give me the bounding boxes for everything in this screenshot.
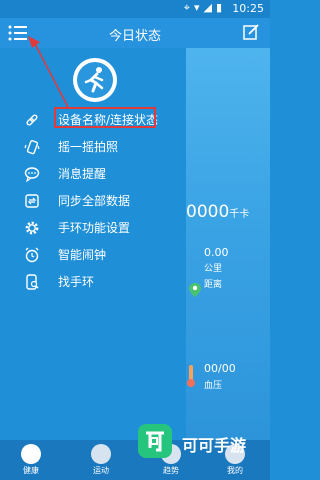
tab-label: 运动 (93, 466, 109, 475)
menu-item-label: 找手环 (58, 275, 95, 289)
alarm-clock-icon (25, 247, 39, 263)
link-icon (26, 114, 38, 126)
main-content-background (186, 48, 270, 440)
calories-unit: 千卡 (229, 209, 250, 220)
calories-display: 0000千卡 (186, 202, 249, 222)
blood-pressure-label: 血压 (204, 381, 223, 391)
thermometer-icon (187, 365, 195, 387)
running-person-icon (77, 62, 113, 98)
tab-label: 趋势 (163, 466, 179, 475)
menu-item-shake-photo[interactable]: 摇一摇拍照 (0, 135, 186, 159)
distance-unit: 公里 (204, 264, 223, 274)
home-icon (21, 444, 41, 464)
page-title: 今日状态 (108, 29, 161, 44)
distance-label: 距离 (204, 280, 223, 290)
watermark-text: 可可手游 (182, 436, 247, 455)
location-icon (189, 283, 201, 297)
sync-icon (25, 194, 39, 208)
find-band-icon (26, 274, 39, 290)
menu-item-label: 摇一摇拍照 (58, 140, 119, 154)
app-logo (73, 58, 117, 102)
edit-icon[interactable] (242, 23, 260, 41)
status-bar: ⌖▾◢▮ 10:25 (0, 0, 270, 18)
sport-icon (91, 444, 111, 464)
watermark-logo (138, 424, 172, 458)
shake-phone-icon (24, 140, 40, 155)
distance-value: 0.00 (204, 246, 229, 259)
app-header: 今日状态 (0, 18, 270, 48)
calories-value: 0000 (186, 202, 230, 222)
tab-label: 我的 (227, 466, 243, 475)
highlight-box (54, 107, 156, 128)
menu-item-band-settings[interactable]: 手环功能设置 (0, 216, 186, 240)
gear-icon (25, 221, 39, 235)
menu-item-find-band[interactable]: 找手环 (0, 270, 186, 294)
menu-item-smart-alarm[interactable]: 智能闹钟 (0, 243, 186, 267)
message-icon (24, 167, 40, 182)
menu-item-label: 消息提醒 (58, 167, 107, 181)
status-icons: ⌖▾◢▮ (183, 1, 226, 14)
tab-sport[interactable]: 运动 (74, 442, 128, 480)
menu-item-sync-data[interactable]: 同步全部数据 (0, 189, 186, 213)
watermark: 可可手游 (138, 424, 260, 458)
tab-health[interactable]: 健康 (4, 442, 58, 480)
status-time: 10:25 (232, 2, 264, 15)
tab-label: 健康 (23, 466, 39, 475)
menu-item-notifications[interactable]: 消息提醒 (0, 162, 186, 186)
menu-item-label: 智能闹钟 (58, 248, 107, 262)
menu-item-label: 同步全部数据 (58, 194, 131, 208)
menu-item-label: 手环功能设置 (58, 221, 131, 235)
blood-pressure-value: 00/00 (204, 362, 236, 375)
